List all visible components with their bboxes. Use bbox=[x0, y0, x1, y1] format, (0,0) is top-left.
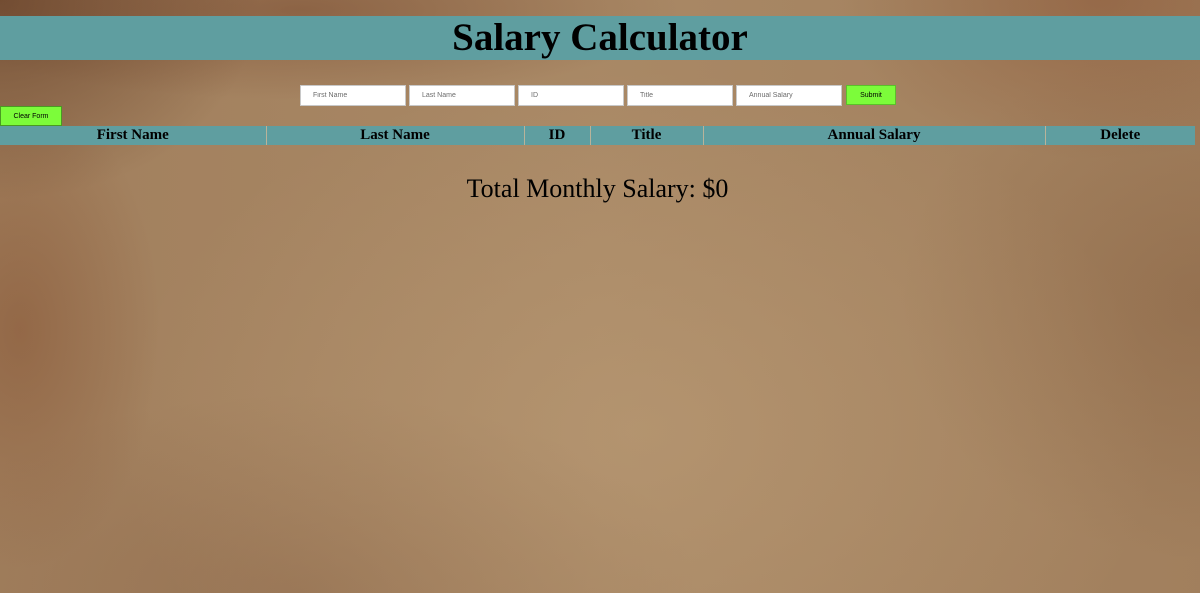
id-input[interactable] bbox=[518, 85, 624, 106]
employee-entry-form: Submit bbox=[300, 85, 896, 106]
title-bar: Salary Calculator bbox=[0, 16, 1200, 60]
title-input[interactable] bbox=[627, 85, 733, 106]
column-header-title: Title bbox=[590, 126, 704, 145]
annual-salary-input[interactable] bbox=[736, 85, 842, 106]
total-monthly-salary-label: Total Monthly Salary: bbox=[466, 174, 703, 203]
column-header-last-name: Last Name bbox=[266, 126, 525, 145]
column-header-annual-salary: Annual Salary bbox=[703, 126, 1046, 145]
first-name-input[interactable] bbox=[300, 85, 406, 106]
employee-table: First Name Last Name ID Title Annual Sal… bbox=[0, 126, 1195, 145]
page-title: Salary Calculator bbox=[452, 16, 748, 59]
submit-button[interactable]: Submit bbox=[846, 85, 896, 105]
column-header-delete: Delete bbox=[1045, 126, 1195, 145]
column-header-first-name: First Name bbox=[0, 126, 267, 145]
total-monthly-salary-value: $0 bbox=[702, 174, 729, 203]
clear-form-button[interactable]: Clear Form bbox=[0, 106, 62, 126]
total-monthly-salary: Total Monthly Salary: $0 bbox=[0, 173, 1195, 205]
column-header-id: ID bbox=[524, 126, 591, 145]
last-name-input[interactable] bbox=[409, 85, 515, 106]
table-header-row: First Name Last Name ID Title Annual Sal… bbox=[0, 126, 1195, 145]
